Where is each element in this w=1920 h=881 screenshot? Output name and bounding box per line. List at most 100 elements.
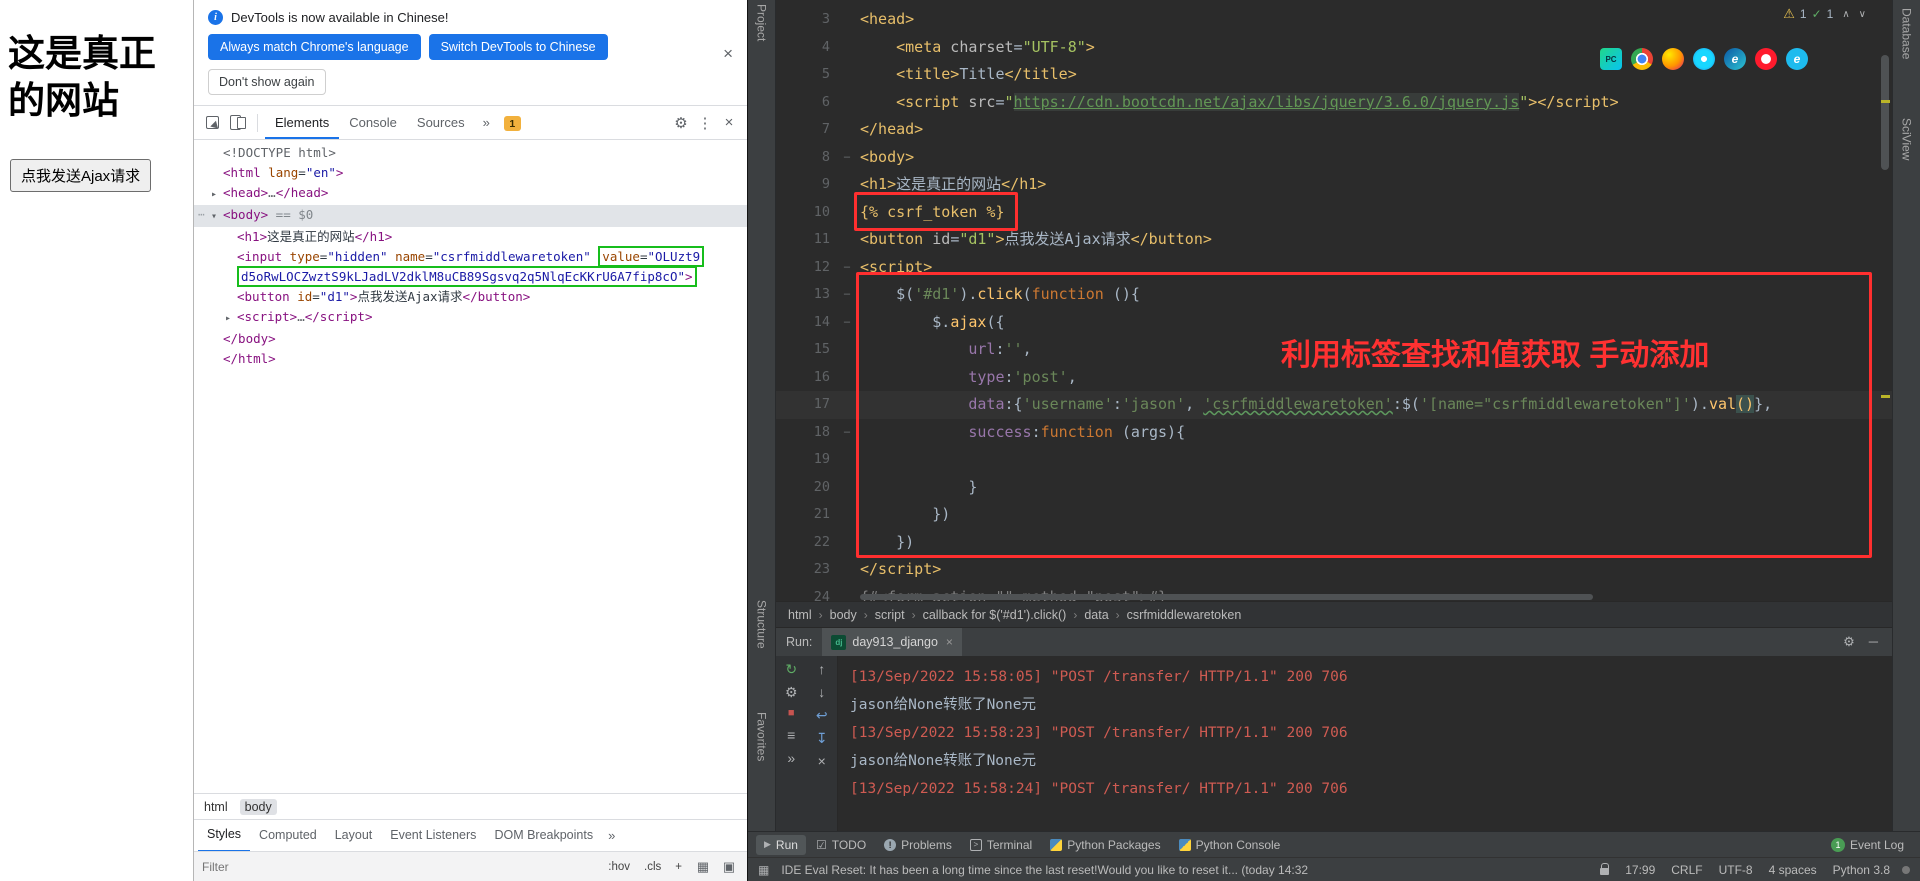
elements-tree-row[interactable]: </html>	[194, 349, 747, 369]
fold-marker-icon[interactable]: −	[834, 254, 860, 282]
edge-icon[interactable]: e	[1724, 48, 1746, 70]
devtools-close-icon[interactable]: ×	[717, 111, 741, 135]
breadcrumb-item[interactable]: script	[875, 608, 905, 622]
breadcrumb-item[interactable]: callback for $('#d1').click()	[923, 608, 1067, 622]
breadcrumb-item[interactable]: csrfmiddlewaretoken	[1127, 608, 1242, 622]
panel-more-icon[interactable]: »	[602, 828, 621, 843]
fold-marker-icon[interactable]: −	[834, 309, 860, 337]
lock-icon[interactable]	[1600, 863, 1610, 875]
match-language-button[interactable]: Always match Chrome's language	[208, 34, 421, 60]
run-tab-close-icon[interactable]: ×	[946, 635, 953, 649]
editor-scrollbar[interactable]	[1878, 0, 1892, 601]
breadcrumb-item[interactable]: data	[1084, 608, 1108, 622]
kebab-menu-icon[interactable]: ⋮	[693, 111, 717, 135]
console-output[interactable]: [13/Sep/2022 15:58:05] "POST /transfer/ …	[838, 656, 1892, 831]
toolwindow-python-console[interactable]: Python Console	[1171, 835, 1289, 855]
chrome-icon[interactable]	[1631, 48, 1653, 70]
inspections-widget[interactable]: ⚠ 1 ✓ 1 ∧ ∨	[1783, 6, 1866, 22]
up-icon[interactable]: ↑	[818, 662, 825, 676]
warning-stripe-mark[interactable]	[1881, 100, 1890, 103]
scrollbar-thumb[interactable]	[1881, 55, 1889, 170]
toolwindow-database[interactable]: Database	[1900, 8, 1914, 59]
disclosure-arrow-icon[interactable]: ▸	[225, 309, 237, 329]
devtools-tab-sources[interactable]: Sources	[407, 106, 475, 139]
ajax-button[interactable]: 点我发送Ajax请求	[10, 158, 152, 192]
toolwindow-run[interactable]: ▶ Run	[756, 834, 806, 855]
hide-icon[interactable]: »	[787, 751, 795, 765]
dont-show-again-button[interactable]: Don't show again	[208, 69, 326, 95]
elements-tree-row[interactable]: <h1>这是真正的网站</h1>	[194, 227, 747, 247]
opera-icon[interactable]: O	[1755, 48, 1777, 70]
toolwindow-sciview[interactable]: SciView	[1900, 118, 1914, 160]
tool-windows-icon[interactable]: ▦	[758, 863, 769, 877]
panel-tab-styles[interactable]: Styles	[198, 819, 251, 852]
disclosure-arrow-icon[interactable]: ▾	[211, 207, 223, 227]
breadcrumb-item[interactable]: html	[788, 608, 812, 622]
toolwindow-todo[interactable]: ☑ TODO	[808, 835, 874, 855]
more-tabs-icon[interactable]: »	[477, 115, 496, 130]
down-icon[interactable]: ↓	[818, 685, 825, 699]
prev-problem-icon[interactable]: ∧	[1842, 9, 1849, 20]
pycharm-icon[interactable]: PC	[1600, 48, 1622, 70]
styles-filter-input[interactable]	[202, 859, 598, 874]
switch-chinese-button[interactable]: Switch DevTools to Chinese	[428, 34, 608, 60]
fold-marker-icon[interactable]: −	[834, 419, 860, 447]
toolwindow-problems[interactable]: ! Problems	[876, 835, 960, 855]
toolwindow-python-packages[interactable]: Python Packages	[1042, 835, 1168, 855]
toolwindow-event-log[interactable]: 1 Event Log	[1823, 835, 1912, 855]
warning-stripe-mark[interactable]	[1881, 395, 1890, 398]
panel-tab-dom-breakpoints[interactable]: DOM Breakpoints	[485, 820, 602, 851]
settings-icon[interactable]: ⚙	[785, 685, 798, 699]
next-problem-icon[interactable]: ∨	[1859, 9, 1866, 20]
soft-wrap-icon[interactable]: ↩	[816, 708, 828, 722]
safari-icon[interactable]	[1693, 48, 1715, 70]
status-item-utf-8[interactable]: UTF-8	[1719, 863, 1753, 877]
code-editor[interactable]: 3 <head> 4 <meta charset="UTF-8"> 5 <title>…	[776, 0, 1892, 601]
breadcrumb-item[interactable]: body	[830, 608, 857, 622]
minimize-icon[interactable]: ─	[1869, 634, 1878, 650]
status-item-python-3-8[interactable]: Python 3.8	[1833, 863, 1890, 877]
style-control--cls[interactable]: .cls	[639, 859, 666, 875]
fold-marker-icon[interactable]: −	[834, 144, 860, 172]
panel-tab-layout[interactable]: Layout	[326, 820, 382, 851]
panel-tab-event-listeners[interactable]: Event Listeners	[381, 820, 485, 851]
firefox-icon[interactable]	[1662, 48, 1684, 70]
style-control--hov[interactable]: :hov	[603, 859, 635, 875]
dots-icon[interactable]: ≡	[787, 728, 795, 742]
elements-tree-row[interactable]: ▸ <head>…</head>	[194, 183, 747, 205]
devtools-tab-elements[interactable]: Elements	[265, 106, 340, 139]
disclosure-arrow-icon[interactable]: ▸	[211, 185, 223, 205]
devtools-tab-console[interactable]: Console	[339, 106, 407, 139]
rerun-icon[interactable]: ↻	[785, 662, 797, 676]
elements-tree[interactable]: <!DOCTYPE html> <html lang="en"> ▸ <head>…<…	[194, 140, 747, 793]
fold-marker-icon[interactable]: −	[834, 281, 860, 309]
scroll-end-icon[interactable]: ↧	[816, 731, 828, 745]
elements-tree-row[interactable]: </body>	[194, 329, 747, 349]
elements-tree-row[interactable]: ▸ <script>…</script>	[194, 307, 747, 329]
notification-close-icon[interactable]: ×	[723, 44, 733, 64]
panel-tab-computed[interactable]: Computed	[250, 820, 326, 851]
settings-gear-icon[interactable]: ⚙	[669, 111, 693, 135]
status-item-crlf[interactable]: CRLF	[1671, 863, 1702, 877]
clear-icon[interactable]: ×	[818, 754, 826, 768]
toolwindow-favorites[interactable]: Favorites	[755, 712, 769, 761]
elements-tree-row[interactable]: d5oRwLOCZwztS9kLJadLV2dklM8uCB89Sgsvq2q5…	[194, 266, 747, 287]
panel-layout-icon[interactable]: ▣	[719, 855, 739, 879]
toolwindow-structure[interactable]: Structure	[755, 600, 769, 649]
grid-icon[interactable]: ▦	[693, 855, 713, 879]
notifications-icon[interactable]	[1902, 865, 1910, 874]
elements-tree-row[interactable]: ⋯ ▾ <body> == $0	[194, 205, 747, 227]
stop-icon[interactable]: ■	[788, 708, 795, 719]
issues-badge[interactable]: 1	[503, 114, 521, 132]
run-settings-icon[interactable]: ⚙	[1843, 634, 1855, 650]
device-toolbar-icon[interactable]	[226, 111, 250, 135]
status-item-17-99[interactable]: 17:99	[1625, 863, 1655, 877]
elements-tree-row[interactable]: <input type="hidden" name="csrfmiddlewar…	[194, 246, 747, 267]
status-item-4-spaces[interactable]: 4 spaces	[1769, 863, 1817, 877]
toolwindow-project[interactable]: Project	[755, 4, 769, 41]
toolwindow-terminal[interactable]: > Terminal	[962, 835, 1040, 855]
dom-crumb-html[interactable]: html	[204, 800, 228, 814]
inspect-icon[interactable]	[200, 111, 224, 135]
dom-crumb-body[interactable]: body	[239, 798, 277, 815]
elements-tree-row[interactable]: <!DOCTYPE html>	[194, 143, 747, 163]
